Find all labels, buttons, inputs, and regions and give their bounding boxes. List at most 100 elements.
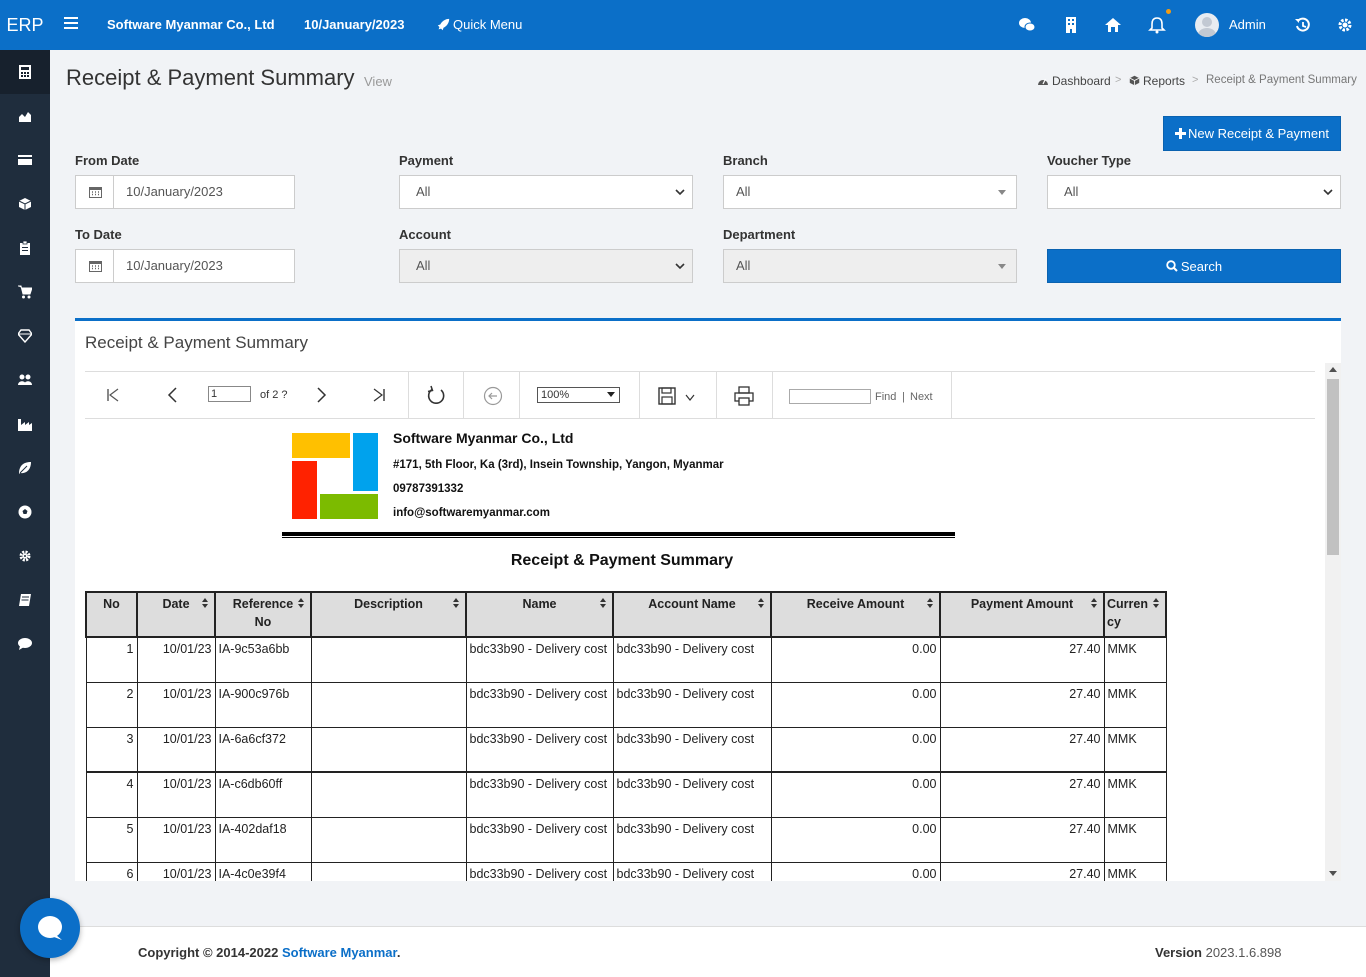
print-icon[interactable] xyxy=(734,386,754,406)
back-icon[interactable] xyxy=(483,386,503,406)
table-row: 6 10/01/23 IA-4c0e39f4 bdc33b90 - Delive… xyxy=(85,861,1167,881)
previous-page-icon[interactable] xyxy=(165,387,181,403)
from-date-value: 10/January/2023 xyxy=(126,184,223,199)
cube-icon xyxy=(1129,75,1140,86)
table-header-row: No Date Reference No Description Name Ac… xyxy=(85,591,1167,638)
account-value: All xyxy=(416,258,431,273)
sidebar-item-assets[interactable] xyxy=(0,314,50,358)
payment-select[interactable]: All xyxy=(399,175,693,209)
company-link[interactable]: Software Myanmar xyxy=(282,945,397,960)
sidebar-item-messages[interactable] xyxy=(0,622,50,666)
sidebar-item-agriculture[interactable] xyxy=(0,446,50,490)
cell-name: bdc33b90 - Delivery cost xyxy=(465,771,614,818)
sidebar-item-payments[interactable] xyxy=(0,138,50,182)
sidebar-item-sales[interactable] xyxy=(0,270,50,314)
new-button-label: New Receipt & Payment xyxy=(1188,126,1329,141)
report-title: Receipt & Payment Summary xyxy=(510,552,734,569)
page-number-input[interactable]: 1 xyxy=(208,386,251,402)
toolbar-separator xyxy=(951,372,952,418)
toolbar-separator xyxy=(716,372,717,418)
building-icon[interactable] xyxy=(1062,16,1080,34)
cell-date: 10/01/23 xyxy=(136,771,216,818)
cell-no: 1 xyxy=(85,636,138,683)
sidebar-item-products[interactable] xyxy=(0,182,50,226)
next-link[interactable]: Next xyxy=(910,391,933,403)
wechat-icon[interactable] xyxy=(1018,16,1036,34)
calculator-icon xyxy=(19,65,31,79)
from-date-input[interactable]: 10/January/2023 xyxy=(75,175,295,209)
sidebar-item-charts[interactable] xyxy=(0,94,50,138)
quick-menu-link[interactable]: Quick Menu xyxy=(437,0,522,50)
report-scrollbar[interactable] xyxy=(1325,363,1341,881)
report-viewer: 1 of 2 ? 100% Find | Next Software Myanm… xyxy=(85,361,1315,881)
zoom-value: 100% xyxy=(541,389,570,401)
payment-value: All xyxy=(416,184,431,199)
branch-value: All xyxy=(736,184,751,199)
new-receipt-payment-button[interactable]: New Receipt & Payment xyxy=(1163,116,1341,151)
column-header-receive-amount[interactable]: Receive Amount xyxy=(770,591,941,638)
save-icon[interactable] xyxy=(658,387,676,405)
sidebar-item-calculator[interactable] xyxy=(0,50,50,94)
first-page-icon[interactable] xyxy=(105,387,121,403)
bell-icon[interactable] xyxy=(1148,16,1166,34)
refresh-icon[interactable] xyxy=(426,385,447,406)
zoom-select[interactable]: 100% xyxy=(537,387,620,403)
plus-icon xyxy=(1175,128,1187,139)
from-date-addon[interactable] xyxy=(76,176,114,208)
settings-gear-icon[interactable] xyxy=(1336,16,1354,34)
menu-toggle-icon[interactable] xyxy=(64,17,78,29)
sidebar-item-sports[interactable] xyxy=(0,490,50,534)
cell-description xyxy=(310,636,467,683)
user-name[interactable]: Admin xyxy=(1229,0,1266,50)
column-header-payment-amount[interactable]: Payment Amount xyxy=(939,591,1105,638)
cell-name: bdc33b90 - Delivery cost xyxy=(465,816,614,863)
home-icon[interactable] xyxy=(1104,16,1122,34)
search-button[interactable]: Search xyxy=(1047,249,1341,283)
column-header-account-name[interactable]: Account Name xyxy=(612,591,772,638)
history-icon[interactable] xyxy=(1294,16,1312,34)
chat-widget-button[interactable] xyxy=(20,898,80,958)
column-header-name[interactable]: Name xyxy=(465,591,614,638)
sort-icon xyxy=(453,598,459,608)
account-select[interactable]: All xyxy=(399,249,693,283)
sidebar-item-users[interactable] xyxy=(0,358,50,402)
column-header-reference-no[interactable]: Reference No xyxy=(214,591,312,638)
breadcrumb-reports[interactable]: Reports xyxy=(1129,74,1185,88)
report-company-name: Software Myanmar Co., Ltd xyxy=(393,430,574,446)
last-page-icon[interactable] xyxy=(371,387,387,403)
sidebar-item-orders[interactable] xyxy=(0,226,50,270)
scroll-up-arrow[interactable] xyxy=(1329,367,1337,372)
gear-icon xyxy=(19,550,31,562)
find-input[interactable] xyxy=(789,389,871,404)
column-header-description[interactable]: Description xyxy=(310,591,467,638)
column-header-no[interactable]: No xyxy=(85,591,138,638)
brand-logo[interactable]: ERP xyxy=(0,0,50,50)
cell-date: 10/01/23 xyxy=(136,726,216,773)
to-date-input[interactable]: 10/January/2023 xyxy=(75,249,295,283)
to-date-addon[interactable] xyxy=(76,250,114,282)
sidebar-item-settings[interactable] xyxy=(0,534,50,578)
soccer-ball-icon xyxy=(18,505,32,519)
breadcrumb-dashboard[interactable]: Dashboard xyxy=(1037,74,1111,88)
chevron-down-icon[interactable] xyxy=(685,394,695,402)
find-link[interactable]: Find xyxy=(875,391,896,403)
cell-description xyxy=(310,861,467,881)
to-date-label: To Date xyxy=(75,227,122,242)
cell-reference: IA-900c976b xyxy=(214,681,312,728)
toolbar-separator xyxy=(463,372,464,418)
next-page-icon[interactable] xyxy=(313,387,329,403)
voucher-type-select[interactable]: All xyxy=(1047,175,1341,209)
sidebar-item-production[interactable] xyxy=(0,402,50,446)
sidebar-item-docs[interactable] xyxy=(0,578,50,622)
branch-label: Branch xyxy=(723,153,768,168)
sidebar xyxy=(0,50,50,977)
avatar[interactable] xyxy=(1195,13,1219,37)
cell-date: 10/01/23 xyxy=(136,636,216,683)
column-header-currency[interactable]: Currency xyxy=(1103,591,1167,638)
branch-select[interactable]: All xyxy=(723,175,1017,209)
scroll-down-arrow[interactable] xyxy=(1329,871,1337,876)
industry-icon xyxy=(18,419,32,431)
column-header-date[interactable]: Date xyxy=(136,591,216,638)
scrollbar-thumb[interactable] xyxy=(1327,379,1339,555)
department-select[interactable]: All xyxy=(723,249,1017,283)
